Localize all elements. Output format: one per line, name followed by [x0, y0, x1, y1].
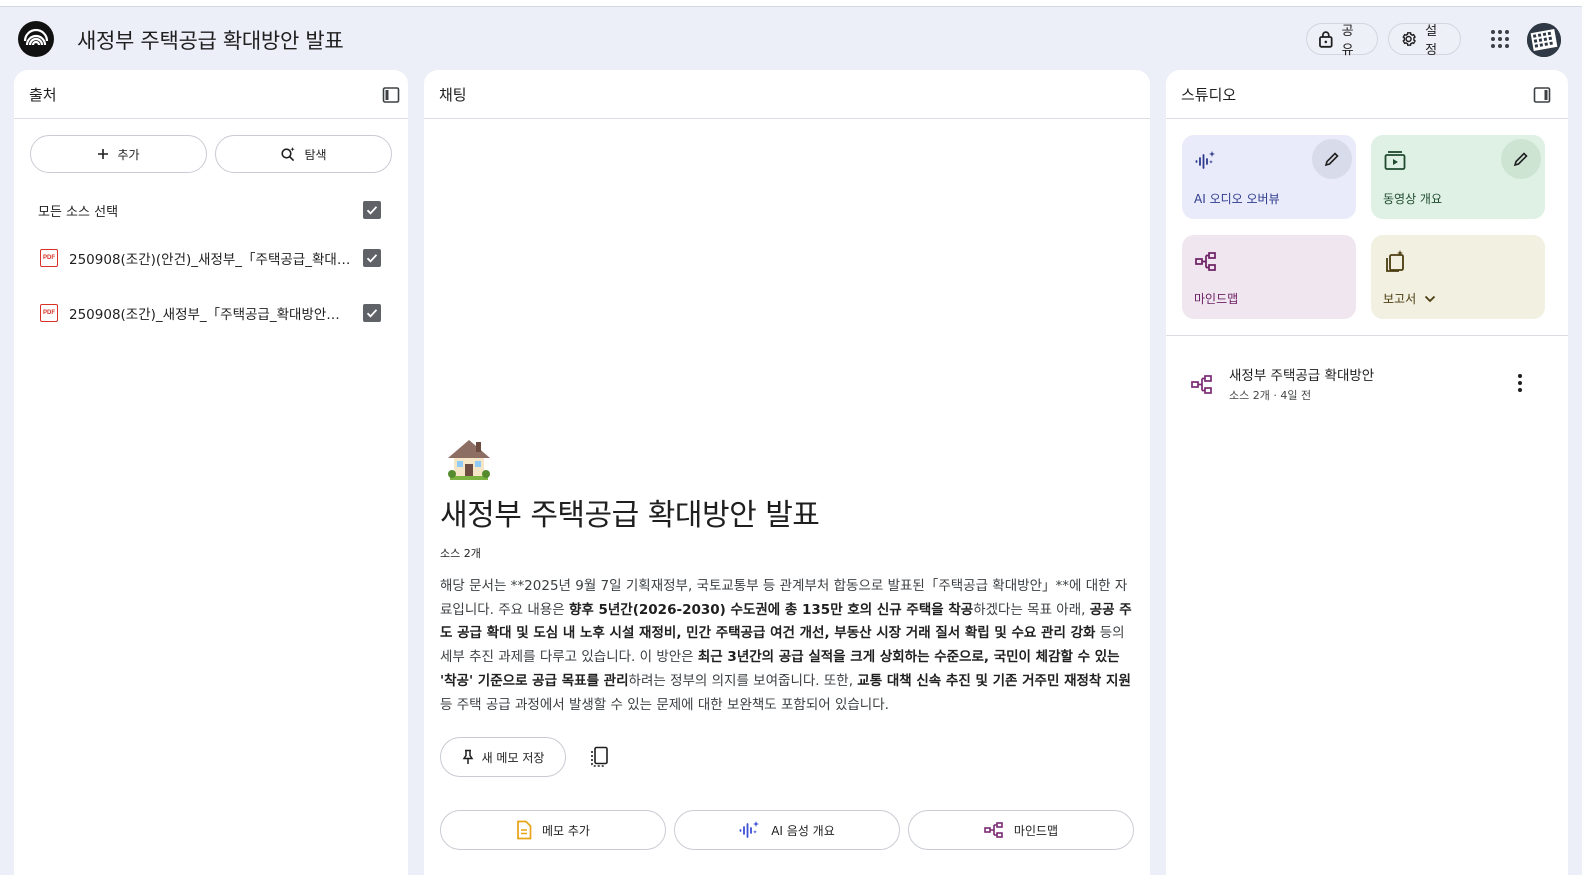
source-count: 소스 2개	[440, 547, 481, 560]
panel-divider	[1166, 118, 1568, 119]
summary-part: 하겠다는 목표 아래,	[973, 601, 1090, 618]
collapse-panel-icon[interactable]	[1533, 86, 1551, 104]
audio-sparkle-icon	[739, 821, 760, 838]
sources-title: 출처	[29, 86, 57, 104]
source-item-1[interactable]: 250908(조간)(안건)_새정부_「주택공급_확대방안」_발표	[69, 248, 355, 268]
gear-icon	[1402, 32, 1416, 46]
pencil-icon	[1324, 152, 1339, 167]
add-note-button[interactable]: 메모 추가	[440, 810, 666, 850]
notebook-heading: 새정부 주택공급 확대방안 발표	[440, 498, 820, 533]
copy-icon[interactable]	[590, 746, 610, 768]
settings-label: 설정	[1425, 24, 1438, 58]
audio-overview-tile[interactable]: AI 오디오 오버뷰	[1182, 135, 1356, 219]
notebook-title[interactable]: 새정부 주택공급 확대방안 발표	[77, 25, 344, 55]
audio-overview-tile-label: AI 오디오 오버뷰	[1194, 192, 1280, 206]
edit-video-button[interactable]	[1501, 139, 1541, 179]
studio-panel: 스튜디오 AI 오디오 오버뷰 동영상 개요 마인드맵 보고서 새정부 주택공급…	[1166, 70, 1568, 875]
search-sparkle-icon	[281, 147, 296, 162]
select-all-label: 모든 소스 선택	[38, 205, 119, 220]
mindmap-button[interactable]: 마인드맵	[908, 810, 1134, 850]
video-overview-tile-label: 동영상 개요	[1383, 192, 1443, 206]
notebook-logo-icon[interactable]	[18, 21, 54, 57]
share-button[interactable]: 공유	[1306, 23, 1378, 58]
chevron-down-icon[interactable]	[1424, 295, 1436, 303]
mindmap-label: 마인드맵	[1013, 823, 1059, 838]
report-tile-label: 보고서	[1383, 290, 1436, 307]
save-note-label: 새 메모 저장	[481, 750, 545, 765]
add-source-label: 추가	[117, 147, 140, 162]
source-checkbox-2[interactable]	[363, 304, 381, 322]
video-icon	[1383, 149, 1407, 173]
chat-panel: 채팅 새정부 주택공급 확대방안 발표 소스 2개 해당 문서는 **2025년…	[424, 70, 1150, 875]
select-all-checkbox[interactable]	[363, 201, 381, 219]
mindmap-tile-label: 마인드맵	[1194, 292, 1239, 306]
summary-part-bold: 교통 대책 신속 추진 및 기존 거주민 재정착 지원	[857, 672, 1131, 689]
sources-panel: 출처 추가 탐색 모든 소스 선택 PDF 250908(조간)(안건)_새정부…	[14, 70, 408, 875]
video-overview-tile[interactable]: 동영상 개요	[1371, 135, 1545, 219]
report-sparkle-icon	[1383, 249, 1407, 273]
add-source-button[interactable]: 추가	[30, 135, 207, 173]
apps-grid-icon[interactable]	[1490, 29, 1510, 49]
settings-button[interactable]: 설정	[1388, 23, 1461, 58]
notebook-summary: 해당 문서는 **2025년 9월 7일 기획재정부, 국토교통부 등 관계부처…	[440, 575, 1134, 717]
window-top-edge	[0, 0, 1582, 7]
lock-icon	[1319, 31, 1333, 48]
explore-sources-button[interactable]: 탐색	[215, 135, 392, 173]
panel-divider	[424, 118, 1150, 119]
pin-icon	[462, 749, 473, 764]
report-tile[interactable]: 보고서	[1371, 235, 1545, 319]
save-note-button[interactable]: 새 메모 저장	[440, 737, 566, 777]
studio-title: 스튜디오	[1181, 86, 1237, 104]
app-header: 새정부 주택공급 확대방안 발표 공유 설정	[0, 7, 1582, 70]
studio-note-meta: 소스 2개 · 4일 전	[1229, 389, 1312, 402]
more-vert-icon[interactable]	[1518, 374, 1522, 392]
plus-icon	[98, 149, 109, 159]
mindmap-tile[interactable]: 마인드맵	[1182, 235, 1356, 319]
report-label: 보고서	[1383, 292, 1417, 306]
edit-audio-button[interactable]	[1312, 139, 1352, 179]
summary-part-bold: 향후 5년간(2026-2030) 수도권에 총 135만 호의 신규 주택을 …	[568, 601, 974, 618]
notebook-emoji	[444, 434, 494, 484]
source-checkbox-1[interactable]	[363, 249, 381, 267]
note-icon	[517, 820, 532, 840]
studio-note-title[interactable]: 새정부 주택공급 확대방안	[1229, 364, 1374, 384]
audio-sparkle-icon	[1194, 149, 1218, 173]
panel-divider	[14, 118, 408, 119]
panel-divider	[1166, 335, 1568, 336]
summary-part: 등 주택 공급 과정에서 발생할 수 있는 문제에 대한 보완책도 포함되어 있…	[440, 696, 889, 713]
mindmap-icon	[984, 822, 1003, 838]
avatar[interactable]	[1527, 23, 1561, 57]
mindmap-icon	[1190, 372, 1214, 396]
pencil-icon	[1513, 152, 1528, 167]
add-note-label: 메모 추가	[542, 823, 590, 838]
mindmap-icon	[1194, 249, 1218, 273]
summary-part: 하려는 정부의 의지를 보여줍니다. 또한,	[628, 672, 858, 689]
audio-overview-button[interactable]: AI 음성 개요	[674, 810, 900, 850]
pdf-icon: PDF	[40, 249, 58, 267]
collapse-panel-icon[interactable]	[382, 86, 400, 104]
source-item-2[interactable]: 250908(조간)_새정부_「주택공급_확대방안」_발표	[69, 303, 345, 323]
audio-overview-label: AI 음성 개요	[771, 823, 835, 838]
share-label: 공유	[1341, 24, 1354, 58]
chat-title: 채팅	[439, 86, 467, 104]
explore-label: 탐색	[304, 147, 327, 162]
pdf-icon: PDF	[40, 304, 58, 322]
